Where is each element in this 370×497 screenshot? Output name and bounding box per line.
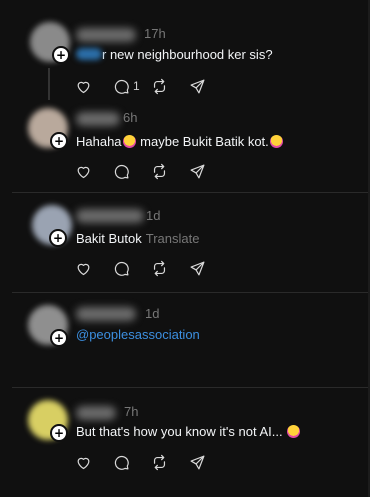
share-button[interactable] bbox=[189, 76, 227, 96]
post-actions: 1 bbox=[75, 76, 227, 96]
post-actions bbox=[75, 258, 227, 278]
post-time: 1d bbox=[146, 208, 161, 223]
like-button[interactable] bbox=[75, 452, 113, 472]
thread-connector bbox=[48, 68, 50, 100]
plus-icon[interactable]: + bbox=[49, 229, 67, 247]
translate-link[interactable]: Translate bbox=[146, 231, 200, 246]
like-button[interactable] bbox=[75, 258, 113, 278]
repost-button[interactable] bbox=[151, 452, 189, 472]
plus-icon[interactable]: + bbox=[50, 329, 68, 347]
repost-button[interactable] bbox=[151, 76, 189, 96]
like-button[interactable] bbox=[75, 161, 113, 181]
post-time: 1d bbox=[145, 306, 160, 321]
laughing-emoji bbox=[269, 135, 283, 148]
reply-button[interactable] bbox=[113, 258, 151, 278]
post-text: @peoplesassociation bbox=[76, 327, 200, 342]
reply-count: 1 bbox=[133, 79, 140, 93]
blurred-mention bbox=[76, 48, 102, 60]
username[interactable] bbox=[76, 28, 136, 42]
post-time: 17h bbox=[144, 26, 166, 41]
share-button[interactable] bbox=[189, 452, 227, 472]
repost-button[interactable] bbox=[151, 161, 189, 181]
comment-icon bbox=[114, 79, 129, 94]
post-time: 7h bbox=[124, 404, 139, 419]
username[interactable] bbox=[76, 112, 120, 126]
repost-icon bbox=[153, 260, 166, 276]
repost-icon bbox=[153, 78, 166, 94]
send-icon bbox=[190, 79, 205, 93]
reply-post: + 7h But that's how you know it's not AI… bbox=[0, 388, 370, 497]
post-actions bbox=[75, 452, 227, 472]
username[interactable] bbox=[76, 406, 116, 420]
username[interactable] bbox=[76, 209, 144, 223]
reply-post: + 17h r new neighbourhood ker sis? 1 bbox=[0, 0, 370, 100]
repost-icon bbox=[153, 163, 166, 179]
plus-icon[interactable]: + bbox=[50, 132, 68, 150]
comment-icon bbox=[114, 261, 129, 276]
avatar[interactable]: + bbox=[28, 400, 68, 442]
heart-icon bbox=[77, 457, 90, 469]
reply-post: + 1d @peoplesassociation bbox=[0, 293, 370, 387]
reply-post: + 6h Hahaha maybe Bukit Batik kot. bbox=[0, 100, 370, 192]
post-text: r new neighbourhood ker sis? bbox=[76, 47, 273, 62]
reply-button[interactable]: 1 bbox=[113, 76, 151, 96]
share-button[interactable] bbox=[189, 161, 227, 181]
laughing-emoji bbox=[122, 135, 136, 148]
share-button[interactable] bbox=[189, 258, 227, 278]
reply-button[interactable] bbox=[113, 161, 151, 181]
comment-icon bbox=[114, 164, 129, 179]
username[interactable] bbox=[76, 307, 136, 321]
comment-icon bbox=[114, 455, 129, 470]
like-button[interactable] bbox=[75, 76, 113, 96]
send-icon bbox=[190, 164, 205, 178]
reply-button[interactable] bbox=[113, 452, 151, 472]
heart-icon bbox=[77, 166, 90, 178]
repost-icon bbox=[153, 454, 166, 470]
post-text: Hahaha maybe Bukit Batik kot. bbox=[76, 134, 284, 149]
laughing-emoji bbox=[287, 425, 301, 438]
post-text: Bakit Butok Translate bbox=[76, 231, 200, 246]
plus-icon[interactable]: + bbox=[50, 424, 68, 442]
repost-button[interactable] bbox=[151, 258, 189, 278]
post-text: But that's how you know it's not AI... bbox=[76, 424, 301, 439]
send-icon bbox=[190, 455, 205, 469]
post-actions bbox=[75, 161, 227, 181]
replies-thread: + 17h r new neighbourhood ker sis? 1 + 6… bbox=[0, 0, 370, 497]
reply-post: + 1d Bakit Butok Translate bbox=[0, 193, 370, 292]
avatar[interactable]: + bbox=[28, 108, 68, 150]
post-time: 6h bbox=[123, 110, 138, 125]
avatar[interactable]: + bbox=[28, 305, 68, 347]
avatar[interactable]: + bbox=[32, 205, 72, 247]
avatar[interactable]: + bbox=[30, 22, 70, 64]
send-icon bbox=[190, 261, 205, 275]
mention-link[interactable]: @peoplesassociation bbox=[76, 327, 200, 342]
heart-icon bbox=[77, 263, 90, 275]
heart-icon bbox=[77, 81, 90, 93]
plus-icon[interactable]: + bbox=[52, 46, 70, 64]
